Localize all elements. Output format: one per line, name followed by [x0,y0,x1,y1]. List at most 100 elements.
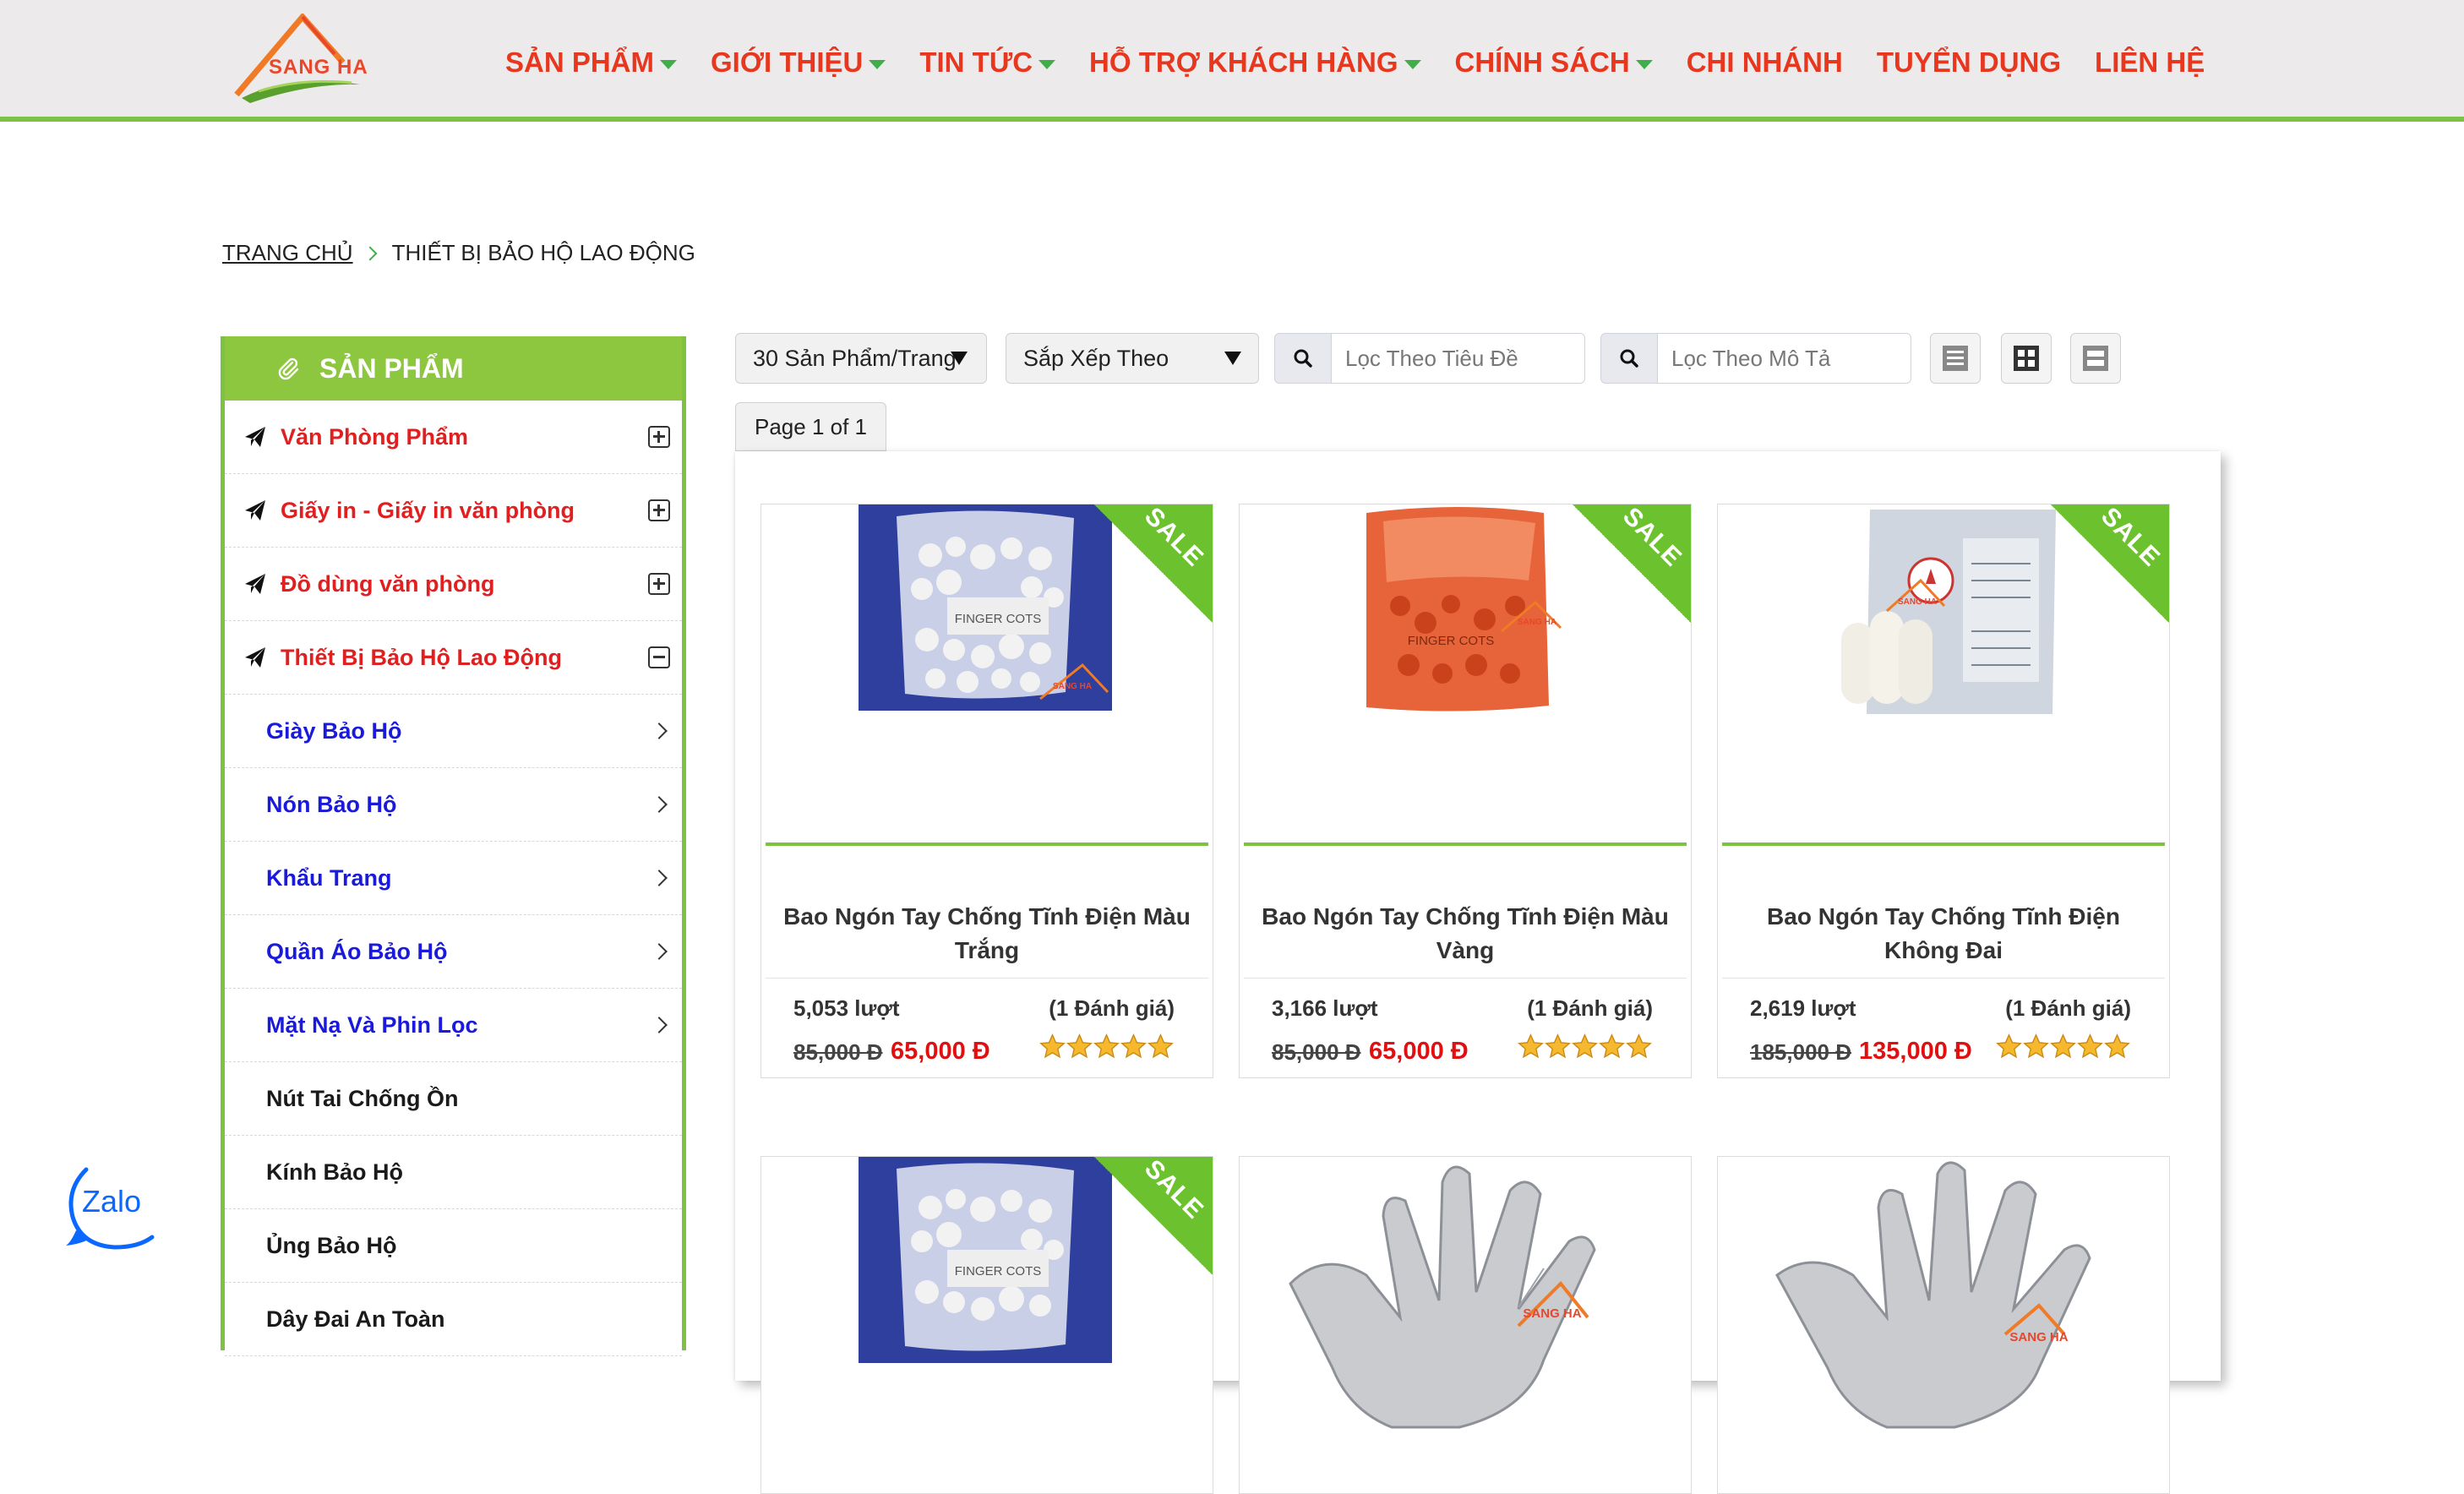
sort-select[interactable]: Sắp Xếp Theo [1006,333,1259,384]
filter-desc-search-button[interactable] [1600,333,1658,384]
grid-view-button[interactable] [2001,333,2052,384]
chevron-right-icon [651,1017,668,1033]
per-page-select[interactable]: 30 Sản Phẩm/Trang [735,333,987,384]
expand-plus-icon[interactable] [648,426,670,448]
breadcrumb-current: THIẾT BỊ BẢO HỘ LAO ĐỘNG [391,240,695,265]
caret-down-icon [1038,59,1056,69]
nav-chinh-sach[interactable]: CHÍNH SÁCH [1455,46,1653,79]
sidebar-subitem-quan-ao-bao-ho[interactable]: Quần Áo Bảo Hộ [225,915,682,989]
product-image[interactable]: SANG HA [1240,1157,1691,1493]
product-card[interactable]: FINGER COTS SALE [760,1156,1213,1494]
sidebar-item-thiet-bi-bao-ho[interactable]: Thiết Bị Bảo Hộ Lao Động [225,621,682,695]
zalo-chat-button[interactable]: Zalo [64,1164,155,1251]
list-view-icon [1943,346,1968,371]
star-icon [2023,1033,2049,1059]
product-card[interactable]: FINGER COTS SANG HA SALE Bao Ngón Tay Ch… [760,504,1213,1078]
nav-tin-tuc[interactable]: TIN TỨC [919,46,1056,79]
sale-ribbon: SALE [1573,504,1691,623]
sidebar-leaf-ung-bao-ho[interactable]: Ủng Bảo Hộ [225,1209,682,1283]
nav-lien-he[interactable]: LIÊN HỆ [2095,46,2205,79]
product-name[interactable]: Bao Ngón Tay Chống Tĩnh Điện Màu Vàng [1248,900,1682,968]
sidebar-subitem-giay-bao-ho[interactable]: Giày Bảo Hộ [225,695,682,768]
product-grid-panel: FINGER COTS SANG HA SALE Bao Ngón Tay Ch… [735,451,2221,1494]
sale-price: 135,000 Đ [1859,1038,1972,1065]
star-icon [1572,1033,1598,1059]
product-stats: 2,619 lượt (1 Đánh giá) 185,000 Đ 135,00… [1722,978,2165,1077]
product-stats: 5,053 lượt (1 Đánh giá) 85,000 Đ 65,000 … [766,978,1208,1077]
filter-title-input[interactable] [1332,333,1585,384]
nav-san-pham[interactable]: SẢN PHẨM [505,46,678,79]
view-count: 3,166 lượt [1272,995,1378,1021]
star-icon [2104,1033,2130,1059]
nav-label: CHI NHÁNH [1686,46,1843,78]
nav-tuyen-dung[interactable]: TUYỂN DỤNG [1877,46,2061,79]
breadcrumb-home-link[interactable]: TRANG CHỦ [222,240,353,266]
star-icon [1518,1033,1544,1059]
sale-price: 65,000 Đ [1369,1038,1469,1065]
card-divider [1722,842,2165,846]
list-view-button[interactable] [1930,333,1981,384]
site-logo[interactable]: SANG HA [233,12,368,103]
product-image[interactable]: SANG HA [1718,1157,2169,1493]
caret-down-icon [1635,59,1653,69]
chevron-right-icon [363,246,378,260]
sidebar-subitem-khau-trang[interactable]: Khẩu Trang [225,842,682,915]
nav-ho-tro-khach-hang[interactable]: HỖ TRỢ KHÁCH HÀNG [1089,46,1421,79]
star-rating [1996,1033,2131,1061]
chevron-right-icon [651,722,668,739]
product-card[interactable]: SANG HA [1239,1156,1692,1494]
sidebar-item-giay-in[interactable]: Giấy in - Giấy in văn phòng [225,474,682,548]
sidebar-subitem-label: Nón Bảo Hộ [266,791,397,817]
sidebar-subitem-mat-na[interactable]: Mặt Nạ Và Phin Lọc [225,989,682,1062]
sidebar-leaf-kinh-bao-ho[interactable]: Kính Bảo Hộ [225,1136,682,1209]
paper-plane-icon [245,427,265,447]
nav-label: TIN TỨC [919,46,1033,78]
sidebar-leaf-day-dai[interactable]: Dây Đai An Toàn [225,1283,682,1356]
old-price: 85,000 Đ [1272,1039,1361,1065]
logo-text: SANG HA [269,56,368,79]
product-card[interactable]: FINGER COTS SANG HA SALE Bao Ngón Tay Ch… [1239,504,1692,1078]
product-name[interactable]: Bao Ngón Tay Chống Tĩnh Điện Không Đai [1726,900,2161,968]
sidebar-subitem-label: Khẩu Trang [266,864,392,891]
category-sidebar: SẢN PHẨM Văn Phòng Phẩm Giấy in - Giấy i… [221,336,686,1356]
star-icon [1039,1033,1066,1059]
sale-ribbon: SALE [2051,504,2169,623]
star-icon [1148,1033,1174,1059]
sidebar-item-do-dung-van-phong[interactable]: Đồ dùng văn phòng [225,548,682,621]
bag-print-text: FINGER COTS [955,612,1042,626]
old-price: 85,000 Đ [793,1039,883,1065]
sidebar-leaf-label: Ủng Bảo Hộ [266,1232,397,1258]
product-card[interactable]: SANG HA SALE Bao Ngón Tay Chống Tĩnh Điệ… [1717,504,2170,1078]
expand-plus-icon[interactable] [648,499,670,521]
card-divider [766,842,1208,846]
watermark-text: SANG HA [1518,618,1556,627]
bag-print-text: FINGER COTS [955,1264,1042,1279]
filter-title-search-button[interactable] [1274,333,1332,384]
product-card[interactable]: SANG HA [1717,1156,2170,1494]
bag-print-text: FINGER COTS [1408,634,1495,648]
watermark-text: SANG HA [2009,1330,2068,1344]
sidebar-leaf-label: Kính Bảo Hộ [266,1159,403,1185]
sidebar-item-van-phong-pham[interactable]: Văn Phòng Phẩm [225,401,682,474]
sidebar-item-label: Giấy in - Giấy in văn phòng [281,497,575,523]
sidebar-leaf-nut-tai[interactable]: Nút Tai Chống Ồn [225,1062,682,1136]
star-icon [1120,1033,1147,1059]
sidebar-item-label: Văn Phòng Phẩm [281,423,469,450]
filter-desc-input[interactable] [1658,333,1911,384]
nav-gioi-thieu[interactable]: GIỚI THIỆU [711,46,886,79]
caret-down-icon [660,59,678,69]
grey-antistatic-glove-image: SANG HA [1775,1161,2091,1429]
grey-antistatic-glove-image: SANG HA [1289,1165,1596,1429]
detail-view-button[interactable] [2070,333,2121,384]
star-icon [1093,1033,1120,1059]
per-page-value: 30 Sản Phẩm/Trang [753,345,957,371]
expand-plus-icon[interactable] [648,573,670,595]
product-name[interactable]: Bao Ngón Tay Chống Tĩnh Điện Màu Trắng [770,900,1204,968]
sidebar-subitem-label: Giày Bảo Hộ [266,717,402,744]
sale-price: 65,000 Đ [891,1038,990,1065]
nav-chi-nhanh[interactable]: CHI NHÁNH [1687,46,1843,79]
collapse-minus-icon[interactable] [648,646,670,668]
sidebar-subitem-non-bao-ho[interactable]: Nón Bảo Hộ [225,768,682,842]
rating-count: (1 Đánh giá) [2005,995,2131,1021]
site-header: SANG HA SẢN PHẨM GIỚI THIỆU TIN TỨC HỖ T… [0,0,2464,122]
